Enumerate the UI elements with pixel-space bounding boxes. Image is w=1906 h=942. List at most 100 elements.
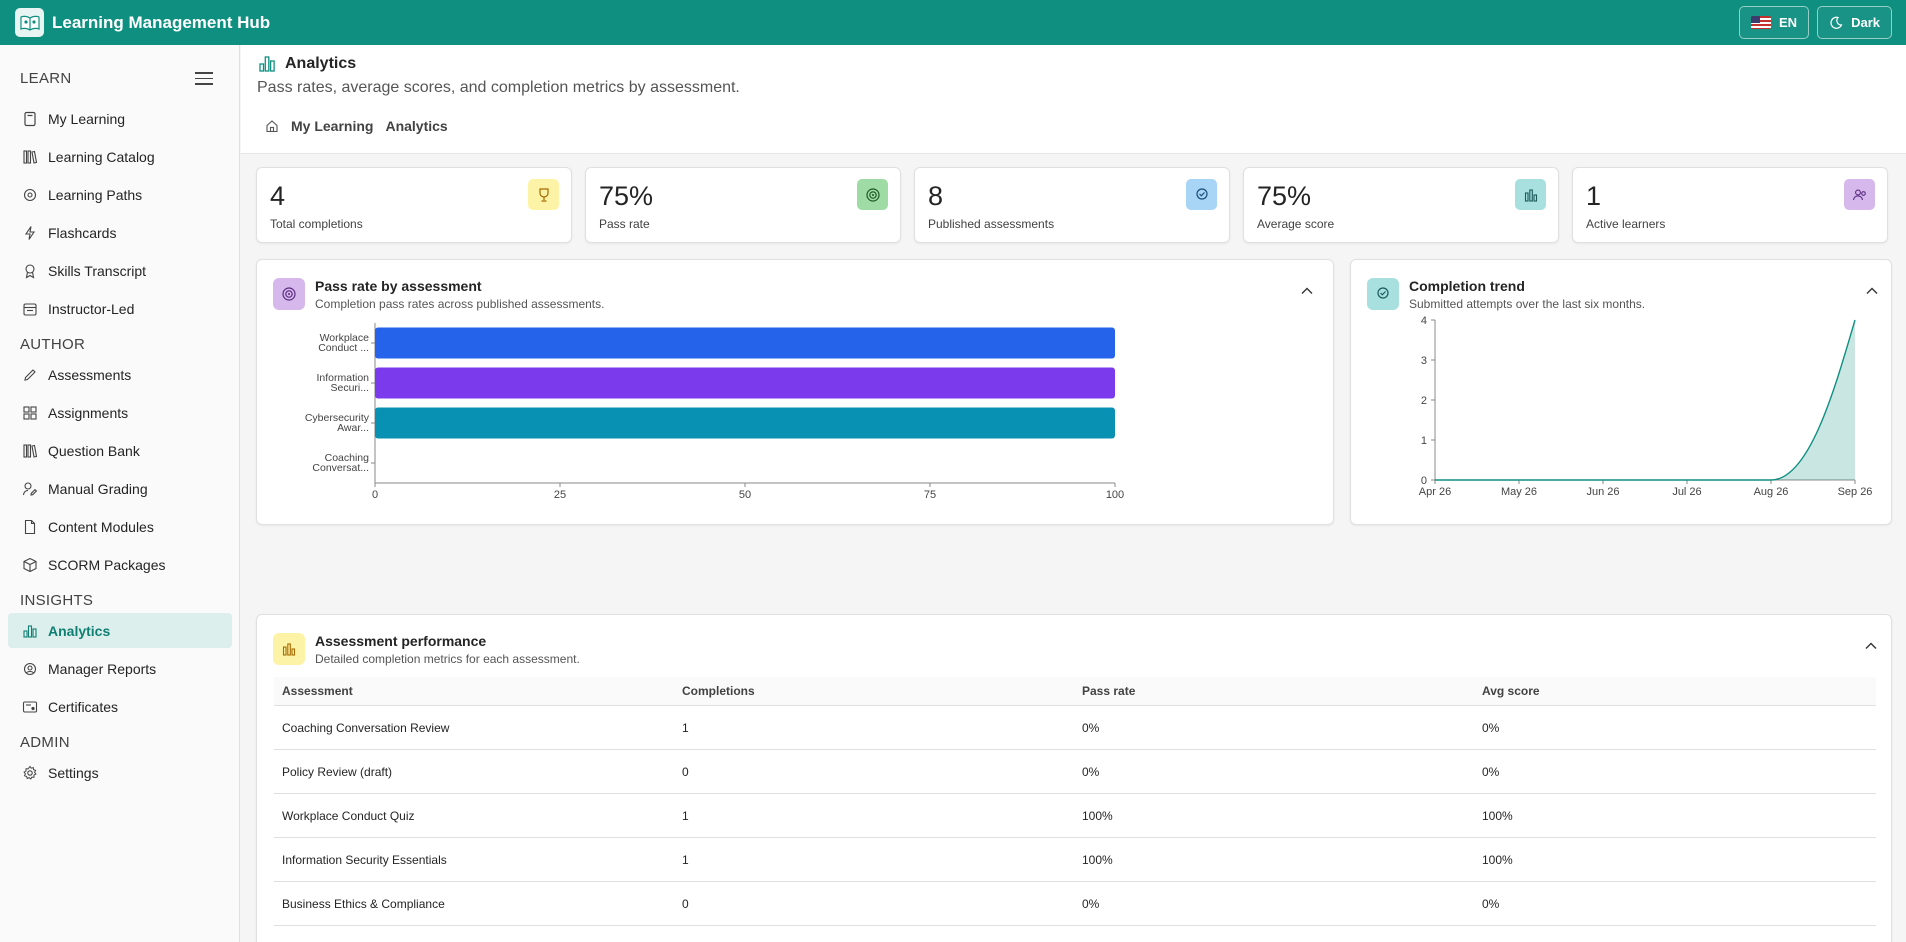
y-tick-label: 3 (1421, 355, 1427, 367)
certificate-icon (22, 699, 38, 715)
main-content: Analytics Pass rates, average scores, an… (241, 45, 1906, 942)
column-header[interactable]: Completions (674, 684, 1074, 698)
people-icon (1844, 179, 1875, 210)
card-subtitle: Detailed completion metrics for each ass… (315, 652, 580, 666)
sidebar-item-assignments[interactable]: Assignments (8, 395, 232, 430)
sidebar-item-label: Assessments (48, 366, 132, 383)
book-icon (22, 111, 38, 127)
card-title: Pass rate by assessment (315, 278, 482, 294)
sidebar-item-learning-paths[interactable]: Learning Paths (8, 177, 232, 212)
sidebar-item-label: Question Bank (48, 442, 140, 459)
sidebar-item-my-learning[interactable]: My Learning (8, 101, 232, 136)
sidebar-item-skills-transcript[interactable]: Skills Transcript (8, 253, 232, 288)
sidebar-item-question-bank[interactable]: Question Bank (8, 433, 232, 468)
sidebar-item-settings[interactable]: Settings (8, 755, 232, 790)
page-title: Analytics (285, 55, 357, 72)
x-tick-label: Jul 26 (1672, 486, 1701, 498)
x-tick-label: 75 (924, 489, 936, 501)
target-icon (273, 278, 305, 310)
sidebar-item-assessments[interactable]: Assessments (8, 357, 232, 392)
document-icon (22, 519, 38, 535)
bar (375, 367, 1115, 399)
bar-category-label: WorkplaceConduct ... (318, 332, 369, 354)
x-tick-label: Aug 26 (1754, 486, 1789, 498)
home-icon[interactable] (265, 119, 279, 133)
trophy-icon (528, 179, 559, 210)
library-icon (22, 443, 38, 459)
sidebar-item-label: SCORM Packages (48, 556, 166, 573)
menu-icon[interactable] (195, 72, 213, 86)
section-label-insights: INSIGHTS (20, 592, 94, 609)
language-button[interactable]: EN (1739, 6, 1810, 39)
assessment-table: Assessment Completions Pass rate Avg sco… (274, 677, 1876, 926)
badge-icon (1186, 179, 1217, 210)
sidebar-item-label: My Learning (48, 110, 126, 127)
moon-icon (1830, 16, 1843, 29)
sidebar-item-label: Certificates (48, 698, 119, 715)
kpi-card-active-learners: 1 Active learners (1572, 167, 1888, 243)
bar-category-label: CybersecurityAwar... (305, 412, 370, 434)
table-cell: 0% (1082, 720, 1100, 735)
pass-rate-card: Pass rate by assessment Completion pass … (256, 259, 1334, 525)
top-bar: Learning Management Hub EN Dark (0, 0, 1906, 45)
grid-icon (22, 405, 38, 421)
bar-chart-icon (273, 633, 305, 665)
gear-icon (22, 765, 38, 781)
bar-category-label-line: Conversat... (312, 462, 369, 474)
table-row[interactable]: Workplace Conduct Quiz 1 100% 100% (274, 794, 1876, 838)
table-cell: 100% (1482, 852, 1513, 867)
breadcrumb-item-my-learning[interactable]: My Learning (291, 118, 373, 134)
table-cell: Policy Review (draft) (282, 764, 393, 779)
x-tick-label: 100 (1106, 489, 1124, 501)
sidebar-item-certificates[interactable]: Certificates (8, 689, 232, 724)
y-tick-label: 2 (1421, 395, 1427, 407)
us-flag-icon (1751, 16, 1772, 29)
sidebar-item-flashcards[interactable]: Flashcards (8, 215, 232, 250)
column-header[interactable]: Assessment (274, 684, 674, 698)
table-cell: 1 (682, 808, 689, 823)
table-row[interactable]: Information Security Essentials 1 100% 1… (274, 838, 1876, 882)
table-cell: 0 (682, 896, 689, 911)
sidebar-item-analytics[interactable]: Analytics (8, 613, 232, 648)
kpi-value: 75% (1257, 181, 1312, 211)
card-subtitle: Submitted attempts over the last six mon… (1409, 297, 1646, 311)
sidebar-item-scorm-packages[interactable]: SCORM Packages (8, 547, 232, 582)
bar-category-label-line: Conduct ... (318, 342, 369, 354)
bar (375, 327, 1115, 359)
table-header: Assessment Completions Pass rate Avg sco… (274, 677, 1876, 706)
card-title: Completion trend (1409, 278, 1525, 294)
app-title: Learning Management Hub (52, 12, 271, 32)
x-tick-label: 0 (372, 489, 378, 501)
sidebar-item-instructor-led[interactable]: Instructor-Led (8, 291, 232, 326)
sidebar-item-manager-reports[interactable]: Manager Reports (8, 651, 232, 686)
bar-chart-icon (22, 623, 38, 639)
table-row[interactable]: Business Ethics & Compliance 0 0% 0% (274, 882, 1876, 926)
bar-chart-icon (1515, 179, 1546, 210)
chevron-up-icon[interactable] (1300, 284, 1314, 298)
target-icon (857, 179, 888, 210)
cube-icon (22, 557, 38, 573)
x-tick-label: May 26 (1501, 486, 1537, 498)
sidebar-item-label: Learning Paths (48, 186, 143, 203)
table-row[interactable]: Policy Review (draft) 0 0% 0% (274, 750, 1876, 794)
x-tick-label: Apr 26 (1419, 486, 1451, 498)
chevron-up-icon[interactable] (1865, 284, 1879, 298)
sidebar-item-content-modules[interactable]: Content Modules (8, 509, 232, 544)
kpi-value: 1 (1586, 181, 1602, 211)
sidebar-item-manual-grading[interactable]: Manual Grading (8, 471, 232, 506)
flash-icon (22, 225, 38, 241)
table-row[interactable]: Coaching Conversation Review 1 0% 0% (274, 706, 1876, 750)
column-header[interactable]: Avg score (1474, 684, 1874, 698)
kpi-label: Pass rate (599, 217, 650, 231)
sidebar-item-learning-catalog[interactable]: Learning Catalog (8, 139, 232, 174)
kpi-value: 8 (928, 181, 944, 211)
y-tick-label: 1 (1421, 435, 1427, 447)
table-cell: 100% (1082, 808, 1113, 823)
column-header[interactable]: Pass rate (1074, 684, 1474, 698)
table-cell: 0% (1482, 896, 1500, 911)
breadcrumb-item-analytics: Analytics (385, 118, 448, 134)
page-subtitle: Pass rates, average scores, and completi… (257, 79, 740, 96)
table-cell: Information Security Essentials (282, 852, 447, 867)
chevron-up-icon[interactable] (1864, 639, 1878, 653)
theme-toggle-button[interactable]: Dark (1817, 6, 1892, 39)
